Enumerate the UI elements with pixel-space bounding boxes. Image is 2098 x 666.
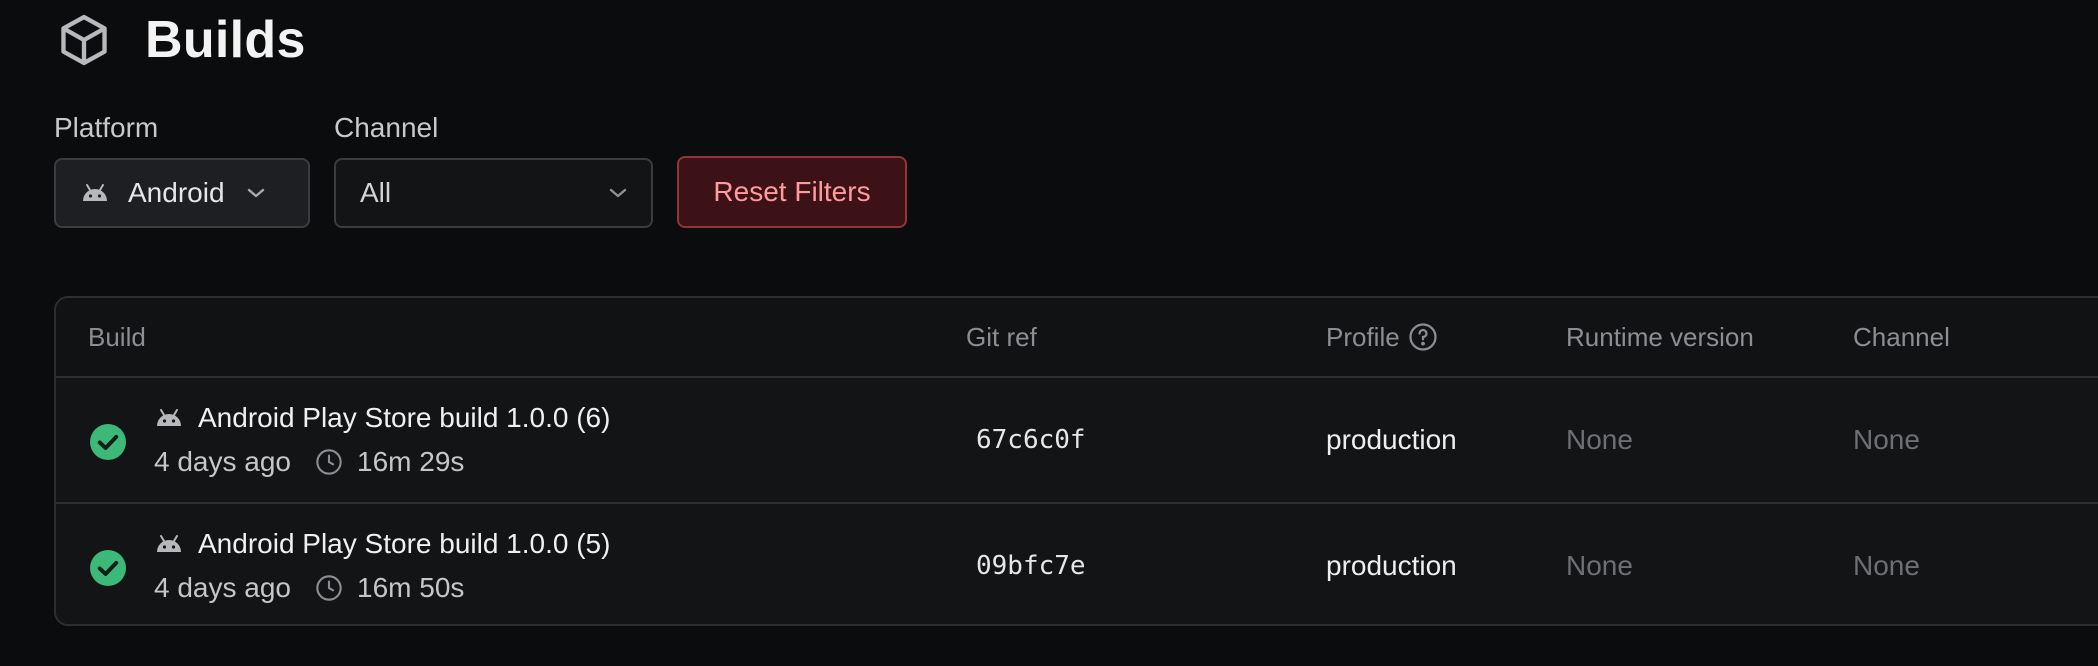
filters-bar: Platform Android Channel All Reset Filte…	[54, 112, 907, 228]
column-header-git-ref[interactable]: Git ref	[966, 298, 1037, 376]
runtime-version-value: None	[1566, 550, 1633, 581]
chevron-down-icon	[609, 188, 627, 198]
channel-filter: Channel All	[334, 112, 653, 228]
platform-filter: Platform Android	[54, 112, 310, 228]
channel-value-cell: None	[1853, 424, 1920, 455]
column-header-channel[interactable]: Channel	[1853, 298, 1950, 376]
table-row[interactable]: Android Play Store build 1.0.0 (6) 4 day…	[56, 378, 2098, 504]
build-title: Android Play Store build 1.0.0 (5)	[154, 528, 610, 560]
channel-label: Channel	[334, 112, 439, 143]
column-header-runtime-version[interactable]: Runtime version	[1566, 298, 1754, 376]
profile-header-label: Profile	[1326, 321, 1400, 352]
table-row[interactable]: Android Play Store build 1.0.0 (5) 4 day…	[56, 504, 2098, 624]
column-header-build[interactable]: Build	[88, 298, 146, 376]
build-name[interactable]: Android Play Store build 1.0.0 (6)	[198, 402, 610, 434]
android-icon	[157, 535, 181, 552]
build-duration: 16m 50s	[357, 572, 465, 603]
profile-value: production	[1326, 550, 1457, 581]
check-circle-icon	[90, 550, 126, 586]
table-header: Build Git ref Profile Runtime version Ch…	[56, 298, 2098, 378]
column-header-profile[interactable]: Profile	[1326, 298, 1438, 376]
build-name[interactable]: Android Play Store build 1.0.0 (5)	[198, 528, 610, 560]
help-circle-icon[interactable]	[1408, 322, 1438, 352]
git-ref[interactable]: 67c6c0f	[976, 378, 1086, 502]
channel-value: All	[360, 177, 392, 208]
cube-icon	[61, 14, 107, 66]
git-ref[interactable]: 09bfc7e	[976, 504, 1086, 624]
android-icon	[83, 184, 107, 201]
build-age: 4 days ago	[154, 446, 291, 477]
build-meta: 4 days ago 16m 50s	[154, 572, 464, 604]
platform-label: Platform	[54, 112, 159, 143]
clock-icon	[316, 449, 342, 475]
profile-value: production	[1326, 424, 1457, 455]
build-age: 4 days ago	[154, 572, 291, 603]
build-duration: 16m 29s	[357, 446, 465, 477]
check-circle-icon	[90, 424, 126, 460]
channel-select[interactable]: All	[334, 158, 653, 228]
page-title: Builds	[145, 11, 306, 69]
platform-value: Android	[128, 177, 225, 208]
platform-select[interactable]: Android	[54, 158, 310, 228]
build-meta: 4 days ago 16m 29s	[154, 446, 464, 478]
builds-page: Builds Platform Android Channel All Rese…	[0, 0, 2098, 666]
android-icon	[157, 409, 181, 426]
channel-value-cell: None	[1853, 550, 1920, 581]
runtime-version-value: None	[1566, 424, 1633, 455]
reset-filters-button[interactable]: Reset Filters	[677, 156, 907, 228]
chevron-down-icon	[247, 188, 264, 198]
clock-icon	[316, 575, 342, 601]
build-title: Android Play Store build 1.0.0 (6)	[154, 402, 610, 434]
page-header: Builds	[55, 8, 306, 72]
builds-table: Build Git ref Profile Runtime version Ch…	[54, 296, 2098, 626]
